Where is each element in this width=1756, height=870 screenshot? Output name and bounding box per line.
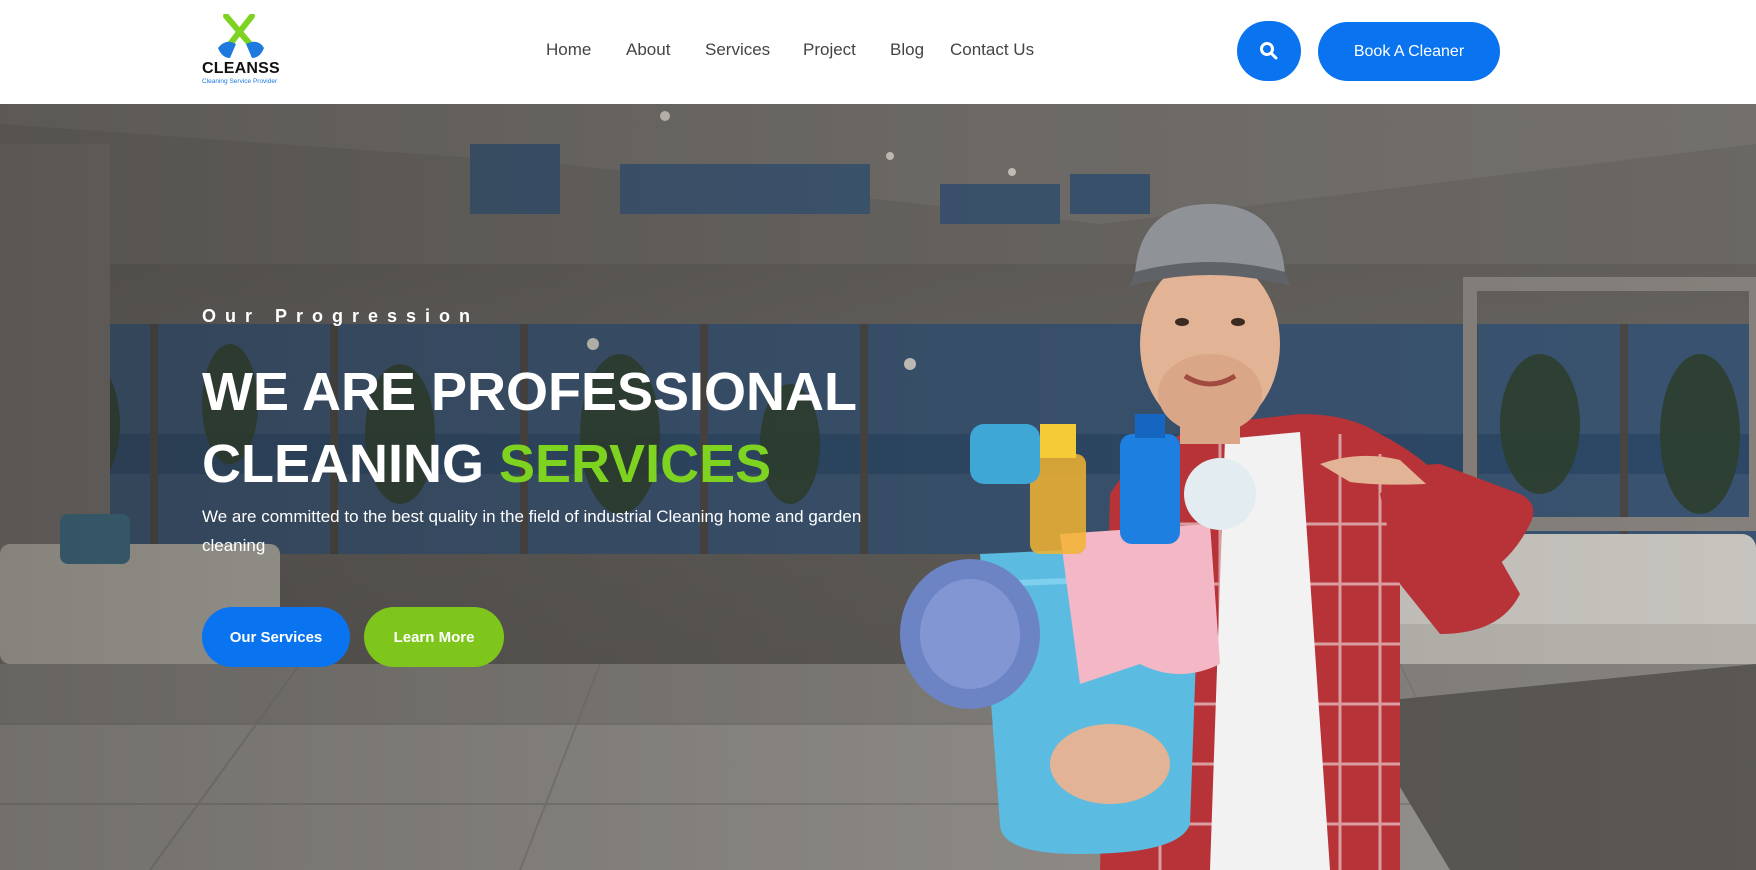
hero-headline-line2: CLEANING SERVICES (202, 428, 962, 500)
nav-item-about[interactable]: About (626, 40, 670, 60)
hero-headline: WE ARE PROFESSIONAL CLEANING SERVICES (202, 356, 962, 500)
site-header: CLEANSS Cleaning Service Provider Home A… (0, 0, 1756, 104)
hero-headline-prefix: CLEANING (202, 434, 499, 494)
hero-headline-line1: WE ARE PROFESSIONAL (202, 362, 858, 422)
search-button[interactable] (1237, 21, 1301, 81)
search-icon (1260, 42, 1278, 60)
hero-section: Our Progression WE ARE PROFESSIONAL CLEA… (0, 104, 1756, 870)
nav-item-home[interactable]: Home (546, 40, 591, 60)
hero-eyebrow: Our Progression (202, 306, 480, 326)
logo[interactable]: CLEANSS Cleaning Service Provider (202, 14, 292, 90)
nav-item-project[interactable]: Project (803, 40, 856, 60)
learn-more-button[interactable]: Learn More (364, 607, 504, 667)
hero-headline-accent: SERVICES (499, 434, 772, 494)
our-services-button[interactable]: Our Services (202, 607, 350, 667)
brand-name: CLEANSS (202, 60, 280, 77)
hero-description: We are committed to the best quality in … (202, 507, 862, 555)
brand-tagline: Cleaning Service Provider (202, 78, 278, 85)
nav-item-services[interactable]: Services (705, 40, 770, 60)
broom-logo-icon (218, 14, 264, 58)
nav-item-blog[interactable]: Blog (890, 40, 924, 60)
book-cleaner-button[interactable]: Book A Cleaner (1318, 22, 1500, 81)
nav-item-contact[interactable]: Contact Us (950, 40, 1034, 60)
cleaner-person-image (900, 204, 1534, 870)
